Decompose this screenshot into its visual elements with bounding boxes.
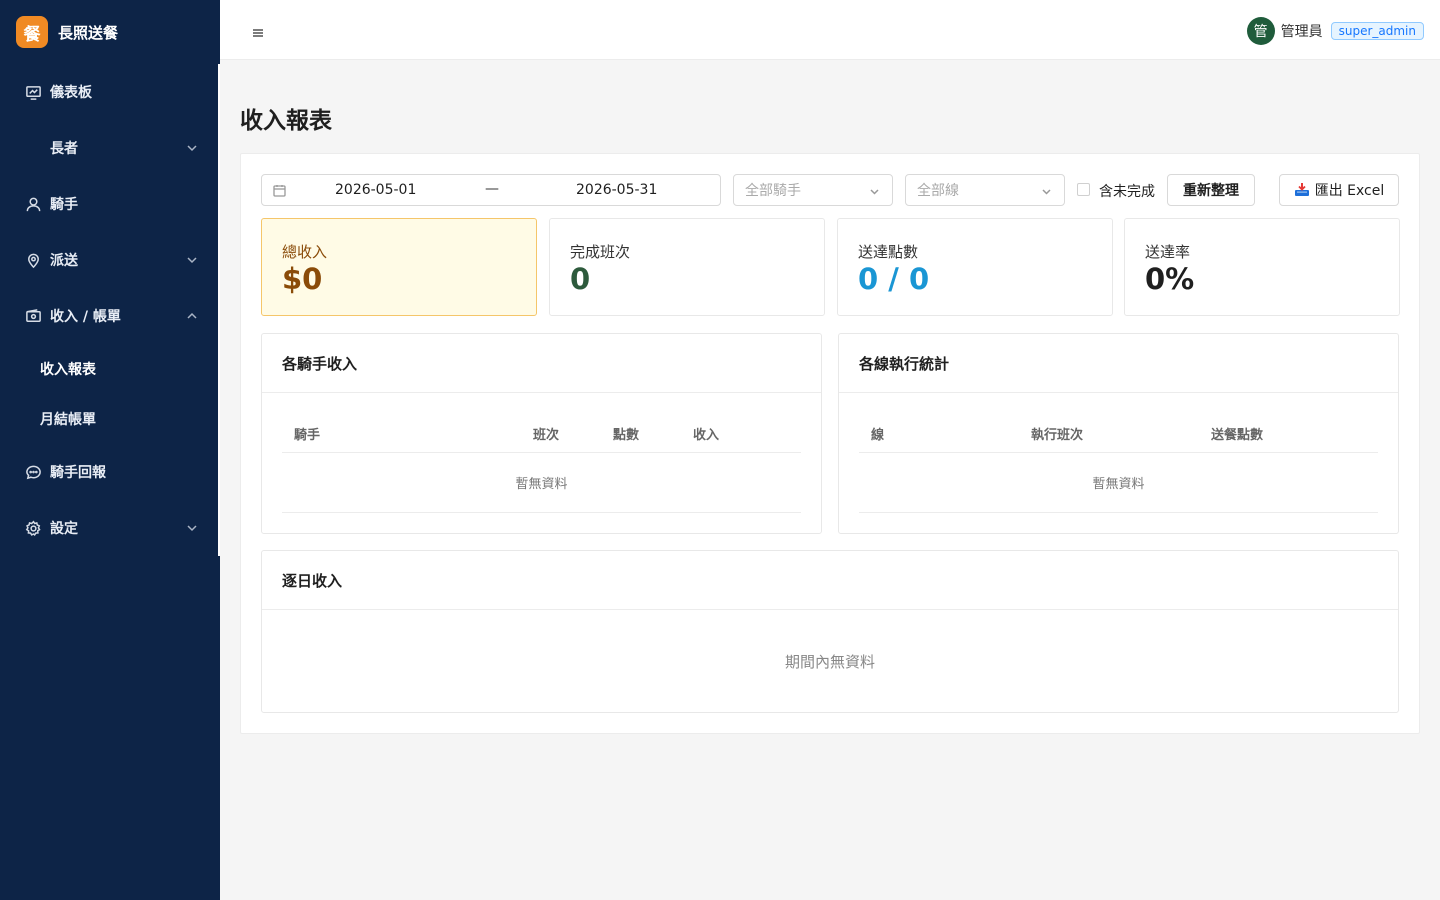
line-select[interactable]: 全部線 [905, 174, 1065, 206]
menu-toggle-icon[interactable] [252, 24, 264, 37]
column-header[interactable]: 送餐點數 [1211, 424, 1263, 443]
empty-state: 暫無資料 [859, 453, 1378, 513]
include-incomplete-label[interactable]: 含未完成 [1099, 181, 1155, 201]
date-range-picker[interactable]: 2026-05-01 — 2026-05-31 [261, 174, 721, 206]
chevron-down-icon [186, 254, 198, 266]
chevron-down-icon [869, 185, 880, 196]
stat-label: 完成班次 [570, 243, 631, 261]
stat-value: 0% [1145, 262, 1195, 296]
wallet-icon [24, 307, 42, 325]
export-icon [1294, 182, 1310, 198]
sidebar-item-label: 派送 [50, 253, 78, 269]
column-header[interactable]: 班次 [533, 424, 559, 443]
column-header[interactable]: 線 [871, 424, 884, 443]
column-header[interactable]: 點數 [613, 424, 639, 443]
location-icon [24, 251, 42, 269]
panel-title: 各騎手收入 [262, 334, 821, 393]
export-label: 匯出 Excel [1314, 183, 1385, 199]
table-header: 線 執行班次 送餐點數 [859, 393, 1378, 453]
brand[interactable]: 餐 長照送餐 [0, 0, 220, 64]
daily-income-panel: 逐日收入 期間內無資料 [261, 550, 1399, 713]
date-range-separator: — [485, 181, 499, 197]
sidebar-subitem-monthly-bill[interactable]: 月結帳單 [0, 394, 220, 444]
filter-bar: 2026-05-01 — 2026-05-31 全部騎手 全部線 含未完成 重新… [261, 174, 1401, 206]
page-title: 收入報表 [240, 108, 332, 134]
stat-label: 總收入 [282, 243, 328, 261]
sidebar-item-label: 騎手 [50, 197, 78, 213]
line-stats-panel: 各線執行統計 線 執行班次 送餐點數 暫無資料 [838, 333, 1399, 534]
chevron-up-icon [186, 310, 198, 322]
stat-delivered-points: 送達點數 0 / 0 [837, 218, 1113, 316]
sidebar-item-label: 儀表板 [50, 85, 92, 101]
chevron-down-icon [186, 522, 198, 534]
sidebar-item-rider-reports[interactable]: 騎手回報 [0, 444, 220, 500]
stat-value: 0 / 0 [858, 262, 930, 296]
empty-state: 期間內無資料 [784, 652, 875, 671]
avatar: 管 [1246, 17, 1275, 45]
user-icon [24, 195, 42, 213]
sidebar-edge [218, 64, 220, 556]
panel-title: 逐日收入 [262, 551, 1398, 610]
chevron-down-icon [1041, 185, 1052, 196]
sidebar-item-dashboard[interactable]: 儀表板 [0, 64, 220, 120]
panel-title: 各線執行統計 [839, 334, 1398, 393]
column-header[interactable]: 收入 [693, 424, 719, 443]
stat-label: 送達點數 [858, 243, 919, 261]
sidebar-item-riders[interactable]: 騎手 [0, 176, 220, 232]
export-excel-button[interactable]: 匯出 Excel [1279, 174, 1399, 206]
stat-label: 送達率 [1145, 243, 1191, 261]
chevron-down-icon [186, 142, 198, 154]
message-icon [24, 463, 42, 481]
calendar-icon [273, 184, 286, 197]
stat-delivery-rate: 送達率 0% [1124, 218, 1400, 316]
refresh-button[interactable]: 重新整理 [1167, 174, 1255, 206]
sidebar-item-income-billing[interactable]: 收入 / 帳單 [0, 288, 220, 344]
rider-select[interactable]: 全部騎手 [733, 174, 893, 206]
date-end-input[interactable]: 2026-05-31 [576, 182, 657, 198]
sidebar-menu: 儀表板 長者 騎手 派送 收入 / 帳單 收入報表 月結帳單 騎手回報 設定 [0, 64, 220, 556]
role-badge: super_admin [1330, 22, 1424, 40]
dashboard-icon [24, 83, 42, 101]
user-name: 管理員 [1280, 24, 1323, 40]
gear-icon [24, 519, 42, 537]
column-header[interactable]: 騎手 [294, 424, 320, 443]
sidebar-item-label: 設定 [50, 521, 78, 537]
sidebar-item-dispatch[interactable]: 派送 [0, 232, 220, 288]
stat-completed-shifts: 完成班次 0 [549, 218, 825, 316]
rider-income-panel: 各騎手收入 騎手 班次 點數 收入 暫無資料 [261, 333, 822, 534]
sidebar-subitem-income-report[interactable]: 收入報表 [0, 344, 220, 394]
stat-value: $0 [282, 262, 323, 296]
top-header: 管 管理員 super_admin [220, 0, 1440, 60]
sidebar-item-elders[interactable]: 長者 [0, 120, 220, 176]
brand-title: 長照送餐 [58, 23, 119, 42]
line-select-placeholder: 全部線 [917, 183, 959, 199]
report-card: 2026-05-01 — 2026-05-31 全部騎手 全部線 含未完成 重新… [240, 153, 1420, 734]
sidebar-item-label: 長者 [50, 141, 78, 157]
include-incomplete-checkbox[interactable] [1077, 183, 1090, 196]
column-header[interactable]: 執行班次 [1031, 424, 1083, 443]
sidebar: 餐 長照送餐 儀表板 長者 騎手 派送 收入 / 帳單 收入報表 月結帳單 騎手… [0, 0, 220, 900]
sidebar-item-label: 騎手回報 [50, 465, 106, 481]
stat-total-income: 總收入 $0 [261, 218, 537, 316]
brand-logo: 餐 [16, 16, 48, 48]
rider-select-placeholder: 全部騎手 [745, 183, 801, 199]
sidebar-item-settings[interactable]: 設定 [0, 500, 220, 556]
table-header: 騎手 班次 點數 收入 [282, 393, 801, 453]
user-menu[interactable]: 管 管理員 super_admin [1246, 17, 1424, 45]
stat-value: 0 [570, 262, 591, 296]
empty-state: 暫無資料 [282, 453, 801, 513]
date-start-input[interactable]: 2026-05-01 [335, 182, 416, 198]
sidebar-item-label: 收入 / 帳單 [50, 309, 121, 325]
